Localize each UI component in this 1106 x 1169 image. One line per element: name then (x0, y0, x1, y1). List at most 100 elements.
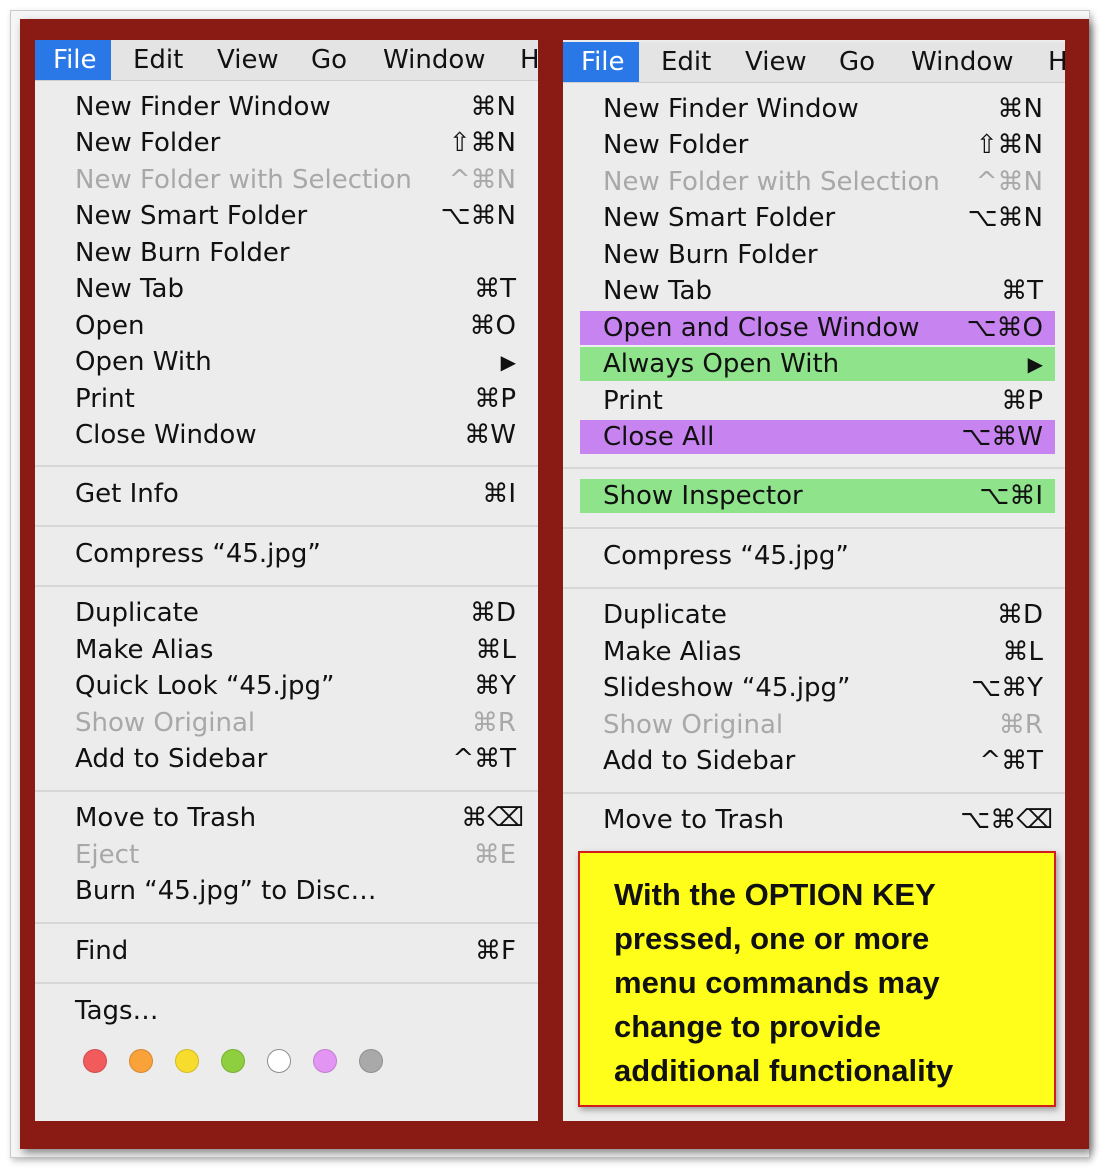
menu-item-label: Make Alias (75, 635, 214, 665)
menu-separator (35, 922, 538, 924)
menu-item-shortcut: ⌥⌘I (979, 481, 1043, 511)
menu-help[interactable]: H (520, 40, 538, 80)
menu-go[interactable]: Go (839, 42, 875, 82)
menu-item-eject: Eject ⌘E (35, 838, 538, 872)
menu-item-new-tab[interactable]: New Tab ⌘T (563, 274, 1065, 308)
menu-item-shortcut: ⌘P (474, 384, 516, 414)
menu-item-slideshow[interactable]: Slideshow “45.jpg” ⌥⌘Y (563, 671, 1065, 705)
menu-view[interactable]: View (217, 40, 279, 80)
menu-item-label: Open and Close Window (603, 313, 920, 343)
menu-item-shortcut: ⌘N (470, 92, 516, 122)
menu-item-find[interactable]: Find ⌘F (35, 934, 538, 968)
menu-item-move-to-trash[interactable]: Move to Trash ⌥⌘⌫ (563, 803, 1065, 837)
tag-yellow-icon[interactable] (175, 1049, 199, 1073)
menu-separator (563, 467, 1065, 469)
menu-item-shortcut: ⌘L (1002, 637, 1044, 667)
menu-edit[interactable]: Edit (133, 40, 183, 80)
menu-item-new-smart-folder[interactable]: New Smart Folder ⌥⌘N (35, 199, 538, 233)
menu-item-new-smart-folder[interactable]: New Smart Folder ⌥⌘N (563, 201, 1065, 235)
menu-item-shortcut: ^⌘T (979, 746, 1043, 776)
menu-item-always-open-with[interactable]: Always Open With ▶ (580, 347, 1055, 381)
menu-item-open-with[interactable]: Open With ▶ (35, 345, 538, 379)
menu-window[interactable]: Window (911, 42, 1014, 82)
menu-item-label: Add to Sidebar (75, 744, 268, 774)
menu-item-shortcut: ⌘E (473, 840, 516, 870)
menu-item-label: Always Open With (603, 349, 840, 379)
menu-item-label: Open (75, 311, 145, 341)
menu-item-make-alias[interactable]: Make Alias ⌘L (35, 633, 538, 667)
menu-item-quick-look[interactable]: Quick Look “45.jpg” ⌘Y (35, 669, 538, 703)
menu-item-print[interactable]: Print ⌘P (35, 382, 538, 416)
menu-item-close-window[interactable]: Close Window ⌘W (35, 418, 538, 452)
menu-item-label: Find (75, 936, 129, 966)
menu-item-open[interactable]: Open ⌘O (35, 309, 538, 343)
menu-item-shortcut: ⌘F (475, 936, 516, 966)
menu-item-shortcut: ⌘O (469, 311, 516, 341)
menu-item-label: Slideshow “45.jpg” (603, 673, 851, 703)
menu-item-new-folder[interactable]: New Folder ⇧⌘N (35, 126, 538, 160)
menu-item-new-finder-window[interactable]: New Finder Window ⌘N (563, 92, 1065, 126)
tag-purple-icon[interactable] (313, 1049, 337, 1073)
menu-item-new-finder-window[interactable]: New Finder Window ⌘N (35, 90, 538, 124)
menu-separator (35, 465, 538, 467)
menu-edit[interactable]: Edit (661, 42, 711, 82)
callout-line: additional functionality (614, 1053, 954, 1088)
menu-item-label: New Folder (603, 130, 749, 160)
menu-item-move-to-trash[interactable]: Move to Trash ⌘⌫ (35, 801, 538, 835)
tag-none-icon[interactable] (267, 1049, 291, 1073)
menu-view[interactable]: View (745, 42, 807, 82)
menu-item-burn-to-disc[interactable]: Burn “45.jpg” to Disc… (35, 874, 538, 908)
tag-red-icon[interactable] (83, 1049, 107, 1073)
menu-item-shortcut: ⌥⌘N (440, 201, 516, 231)
tag-gray-icon[interactable] (359, 1049, 383, 1073)
menu-item-print[interactable]: Print ⌘P (563, 384, 1065, 418)
menu-item-shortcut: ⌘N (997, 94, 1043, 124)
menu-item-compress[interactable]: Compress “45.jpg” (563, 539, 1065, 573)
menu-item-new-burn-folder[interactable]: New Burn Folder (563, 238, 1065, 272)
menu-separator (35, 790, 538, 792)
menu-item-add-to-sidebar[interactable]: Add to Sidebar ^⌘T (563, 744, 1065, 778)
menu-item-make-alias[interactable]: Make Alias ⌘L (563, 635, 1065, 669)
menu-file[interactable]: File (563, 42, 639, 82)
menu-bar: File Edit View Go Window H (563, 42, 1065, 83)
menu-item-new-folder-with-selection: New Folder with Selection ^⌘N (35, 163, 538, 197)
menu-item-shortcut: ⌥⌘W (961, 422, 1043, 452)
menu-separator (563, 527, 1065, 529)
menu-separator (35, 525, 538, 527)
callout-line: change to provide (614, 1009, 881, 1044)
menu-item-compress[interactable]: Compress “45.jpg” (35, 537, 538, 571)
menu-item-duplicate[interactable]: Duplicate ⌘D (35, 596, 538, 630)
menu-item-label: New Burn Folder (75, 238, 290, 268)
menu-item-new-folder[interactable]: New Folder ⇧⌘N (563, 128, 1065, 162)
menu-item-shortcut: ⌥⌘⌫ (960, 805, 1053, 835)
menu-separator (563, 587, 1065, 589)
menu-item-label: New Burn Folder (603, 240, 818, 270)
menu-file[interactable]: File (35, 40, 111, 80)
menu-item-get-info[interactable]: Get Info ⌘I (35, 477, 538, 511)
menu-item-new-burn-folder[interactable]: New Burn Folder (35, 236, 538, 270)
menu-item-shortcut: ⌘W (464, 420, 516, 450)
menu-item-label: Move to Trash (603, 805, 785, 835)
callout-line: menu commands may (614, 965, 940, 1000)
menu-go[interactable]: Go (311, 40, 347, 80)
menu-item-new-tab[interactable]: New Tab ⌘T (35, 272, 538, 306)
menu-item-tags[interactable]: Tags… (35, 994, 538, 1028)
menu-item-shortcut: ⌘I (482, 479, 516, 509)
menu-item-show-inspector[interactable]: Show Inspector ⌥⌘I (580, 479, 1055, 513)
menu-item-close-all[interactable]: Close All ⌥⌘W (580, 420, 1055, 454)
tag-green-icon[interactable] (221, 1049, 245, 1073)
menu-item-shortcut: ⌘T (474, 274, 516, 304)
menu-item-shortcut: ⇧⌘N (975, 130, 1043, 160)
menu-item-add-to-sidebar[interactable]: Add to Sidebar ^⌘T (35, 742, 538, 776)
menu-item-open-and-close-window[interactable]: Open and Close Window ⌥⌘O (580, 311, 1055, 345)
menu-item-label: Show Inspector (603, 481, 803, 511)
tag-orange-icon[interactable] (129, 1049, 153, 1073)
menu-item-shortcut: ⌘Y (474, 671, 516, 701)
menu-help[interactable]: H (1048, 42, 1065, 82)
menu-item-label: Move to Trash (75, 803, 257, 833)
menu-item-label: Show Original (75, 708, 256, 738)
menu-item-duplicate[interactable]: Duplicate ⌘D (563, 598, 1065, 632)
menu-window[interactable]: Window (383, 40, 486, 80)
menu-item-label: New Folder (75, 128, 221, 158)
menu-item-label: Eject (75, 840, 140, 870)
